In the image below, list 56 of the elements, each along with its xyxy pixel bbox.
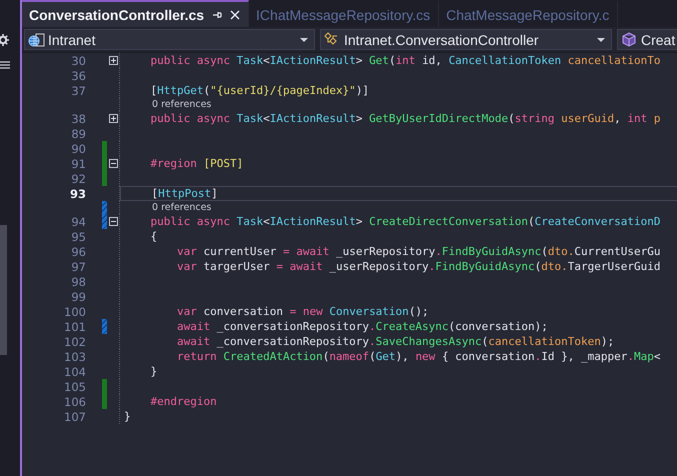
reference-count[interactable]: 0 references xyxy=(152,99,212,110)
pin-icon xyxy=(212,10,222,20)
line-number: 102 xyxy=(63,334,86,348)
code-line: [HttpGet("{userId}/{pageIndex}")] xyxy=(149,84,370,97)
line-number: 89 xyxy=(70,126,86,140)
dropdown[interactable]: Creat xyxy=(617,29,677,50)
line-number: 95 xyxy=(70,230,86,244)
code-line: await _conversationRepository.CreateAsync(conversation); xyxy=(176,320,548,333)
line-number: 30 xyxy=(70,54,86,68)
close-icon xyxy=(230,10,240,20)
code-line: } xyxy=(124,410,131,423)
expand-icon[interactable] xyxy=(109,114,118,123)
list-icon[interactable] xyxy=(0,60,10,70)
line-number: 101 xyxy=(63,320,86,334)
line-number: 99 xyxy=(70,290,86,304)
line-number: 100 xyxy=(63,304,86,318)
line-number: 103 xyxy=(63,350,86,364)
line-number: 37 xyxy=(70,84,86,98)
dropdown[interactable]: Intranet xyxy=(24,29,315,50)
code-line: } xyxy=(149,365,158,378)
code-line: return CreatedAtAction(nameof(Get), new { conversation.Id }, _mapper.Map< xyxy=(176,350,660,363)
line-number: 106 xyxy=(63,394,86,408)
gear-icon[interactable] xyxy=(0,34,9,46)
line-number: 98 xyxy=(70,274,86,288)
scroll-thumb[interactable] xyxy=(0,225,7,355)
code-line: [HttpPost] xyxy=(150,187,218,200)
line-number: 93 xyxy=(68,186,86,200)
line-number: 96 xyxy=(70,244,86,258)
code-line: public async Task<IActionResult> GetByUserIdDirectMode(string userGuid, int p xyxy=(149,112,660,125)
line-number: 107 xyxy=(63,410,86,424)
code-line: public async Task<IActionResult> CreateDirectConversation(CreateConversationD xyxy=(149,215,660,228)
code-line: var conversation = new Conversation(); xyxy=(176,305,429,318)
code-line: var currentUser = await _userRepository.FindByGuidAsync(dto.CurrentUserGu xyxy=(176,245,660,258)
line-number: 97 xyxy=(70,260,86,274)
code-line: #endregion xyxy=(149,395,217,408)
file-tab[interactable]: ConversationController.cs xyxy=(22,0,250,27)
code-line: public async Task<IActionResult> Get(int id, CancellationToken cancellationTo xyxy=(149,54,660,67)
cube-icon xyxy=(621,32,638,48)
line-number: 36 xyxy=(70,68,86,82)
dropdown[interactable]: Intranet.ConversationController xyxy=(320,29,612,50)
code-line: await _conversationRepository.SaveChangesAsync(cancellationToken); xyxy=(176,335,614,348)
line-number: 105 xyxy=(63,380,86,394)
line-number: 92 xyxy=(70,172,86,186)
expand-icon[interactable] xyxy=(109,56,118,65)
line-number: 91 xyxy=(70,156,86,170)
line-number: 104 xyxy=(63,364,86,378)
code-line: var targerUser = await _userRepository.FindByGuidAsync(dto.TargerUserGuid xyxy=(176,260,660,273)
line-number: 90 xyxy=(70,142,86,156)
code-line: { xyxy=(149,230,158,243)
reference-count[interactable]: 0 references xyxy=(152,202,212,213)
collapse-icon[interactable] xyxy=(109,159,118,168)
globe-icon xyxy=(28,32,45,48)
collapse-icon[interactable] xyxy=(109,217,118,226)
line-number: 38 xyxy=(70,112,86,126)
line-number: 94 xyxy=(70,214,86,228)
code-line: #region [POST] xyxy=(149,157,244,170)
